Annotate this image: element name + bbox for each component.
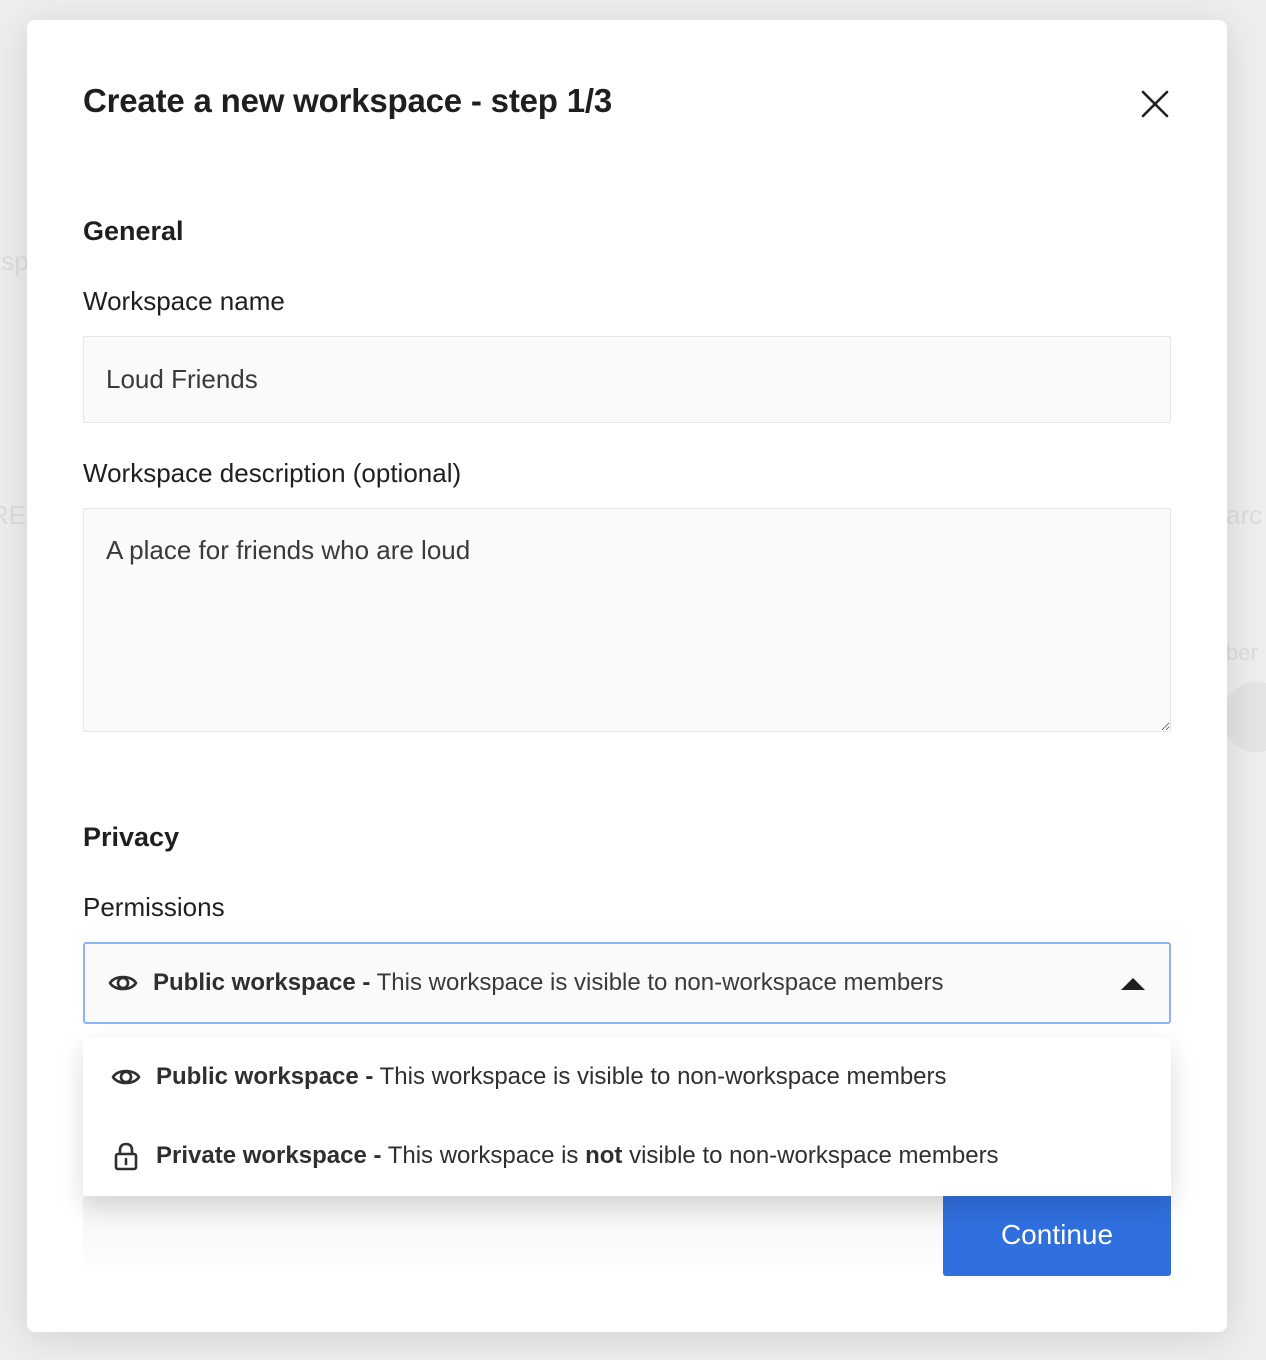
selected-option-text: Public workspace - This workspace is vis… — [153, 969, 944, 997]
continue-button[interactable]: Continue — [943, 1194, 1171, 1276]
selected-option-description: This workspace is visible to non-workspa… — [376, 969, 944, 996]
option-description-emphasis: not — [585, 1142, 623, 1169]
general-heading: General — [83, 216, 184, 246]
option-private-workspace[interactable]: Private workspace - This workspace is no… — [83, 1117, 1171, 1195]
create-workspace-modal: Create a new workspace - step 1/3 Genera… — [27, 20, 1227, 1332]
lock-icon — [110, 1140, 142, 1172]
option-description-before: This workspace is — [387, 1142, 579, 1169]
close-button[interactable] — [1135, 84, 1175, 124]
option-text: Private workspace - This workspace is no… — [156, 1142, 999, 1170]
permissions-select[interactable]: Public workspace - This workspace is vis… — [83, 942, 1171, 1024]
footer-area — [83, 1190, 943, 1276]
option-title: Private workspace - — [156, 1142, 382, 1169]
option-description-after: visible to non-workspace members — [629, 1142, 999, 1169]
permissions-dropdown-menu: Public workspace - This workspace is vis… — [83, 1038, 1171, 1196]
workspace-description-label: Workspace description (optional) — [83, 458, 462, 488]
modal-title: Create a new workspace - step 1/3 — [83, 82, 612, 119]
workspace-name-input[interactable] — [83, 336, 1171, 423]
eye-icon — [107, 967, 139, 999]
option-text: Public workspace - This workspace is vis… — [156, 1063, 947, 1091]
eye-icon — [110, 1061, 142, 1093]
option-title: Public workspace - — [156, 1063, 374, 1090]
option-description: This workspace is visible to non-workspa… — [379, 1063, 947, 1090]
close-icon — [1141, 90, 1169, 118]
permissions-label: Permissions — [83, 892, 225, 922]
caret-up-icon — [1121, 978, 1145, 990]
workspace-description-textarea[interactable]: A place for friends who are loud — [83, 508, 1171, 732]
option-public-workspace[interactable]: Public workspace - This workspace is vis… — [83, 1038, 1171, 1116]
workspace-name-label: Workspace name — [83, 286, 285, 316]
privacy-heading: Privacy — [83, 822, 180, 852]
selected-option-title: Public workspace - — [153, 969, 371, 996]
